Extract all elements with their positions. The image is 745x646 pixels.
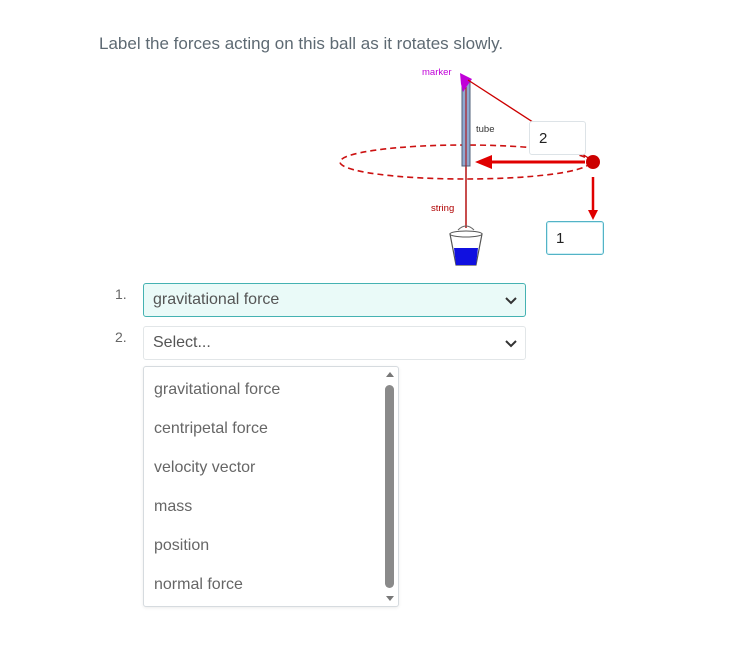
dropdown-scrollbar[interactable] — [382, 367, 398, 606]
arrow-1-head — [588, 210, 598, 220]
ball — [586, 155, 600, 169]
scroll-up-arrow-icon[interactable] — [386, 372, 394, 377]
answer-select-1-value: gravitational force — [153, 291, 280, 308]
answer-select-2[interactable]: Select... — [143, 326, 526, 360]
dropdown-option-mass[interactable]: mass — [154, 498, 192, 516]
bucket-rim — [449, 230, 483, 238]
tube-label: tube — [476, 124, 495, 135]
marker-label: marker — [422, 67, 452, 78]
chevron-down-icon — [505, 340, 517, 348]
label-drop-1[interactable]: 1 — [546, 221, 604, 255]
answer-number-2: 2. — [115, 329, 127, 345]
dropdown-option-position[interactable]: position — [154, 537, 209, 555]
answer-select-2-value: Select... — [153, 334, 211, 351]
bucket-water — [454, 248, 478, 265]
dropdown-option-normal-force[interactable]: normal force — [154, 576, 243, 594]
dropdown-menu: gravitational force centripetal force ve… — [143, 366, 399, 607]
arrow-2-head — [475, 155, 492, 169]
physics-diagram: marker tube string 2 1 — [330, 60, 620, 275]
string-label: string — [431, 203, 455, 214]
dropdown-option-velocity-vector[interactable]: velocity vector — [154, 459, 255, 477]
dropdown-option-gravitational-force[interactable]: gravitational force — [154, 381, 280, 399]
label-drop-2[interactable]: 2 — [529, 121, 586, 155]
chevron-down-icon — [505, 297, 517, 305]
question-text: Label the forces acting on this ball as … — [99, 34, 504, 53]
scroll-down-arrow-icon[interactable] — [386, 596, 394, 601]
scrollbar-thumb[interactable] — [385, 385, 394, 588]
dropdown-option-centripetal-force[interactable]: centripetal force — [154, 420, 268, 438]
answer-number-1: 1. — [115, 286, 127, 302]
answer-select-1[interactable]: gravitational force — [143, 283, 526, 317]
